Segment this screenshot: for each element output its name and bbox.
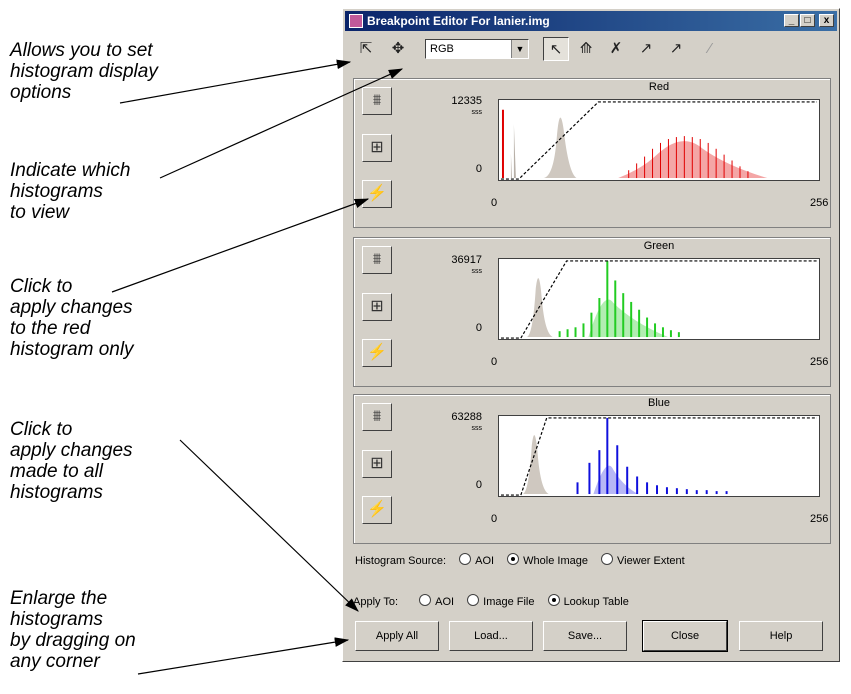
apply-to-label: Apply To:	[353, 596, 399, 608]
apply-blue-button[interactable]: ⚡	[362, 496, 392, 524]
red-panel-title: Red	[648, 81, 670, 93]
red-xmin: 0	[491, 197, 498, 209]
red-histogram-panel: ⩩ ⊞ ⚡ Red 12335 sss 0 0 256	[353, 78, 831, 228]
title-bar[interactable]: Breakpoint Editor For lanier.img _ □ x	[345, 11, 837, 31]
callout-line: histogram display	[10, 61, 158, 82]
red-ymin: 0	[475, 163, 482, 175]
callout-line: apply changes	[10, 297, 133, 318]
red-ymax: 12335	[451, 95, 482, 107]
callout-display-options: Allows you to set histogram display opti…	[10, 40, 235, 103]
callout-line: histogram only	[10, 339, 134, 360]
breakpoint-editor-window: Breakpoint Editor For lanier.img _ □ x ⇱…	[342, 8, 840, 662]
radio-label: AOI	[475, 555, 495, 567]
radio-source-aoi[interactable]	[459, 553, 472, 565]
save-button[interactable]: Save...	[543, 621, 627, 651]
app-icon	[349, 14, 363, 28]
delete-breakpoint-icon[interactable]: ✗	[603, 37, 629, 61]
green-xmax: 256	[810, 356, 829, 368]
apply-red-button[interactable]: ⚡	[362, 180, 392, 208]
apply-all-button[interactable]: Apply All	[355, 621, 439, 651]
radio-apply-aoi[interactable]	[419, 594, 432, 606]
blue-ymax: 63288	[451, 411, 482, 423]
histogram-options-icon[interactable]: ⩩	[362, 87, 392, 115]
blue-histogram-plot[interactable]	[498, 415, 820, 497]
blue-histogram-panel: ⩩ ⊞ ⚡ Blue 63288 sss 0 0 256	[353, 394, 831, 544]
callout-line: options	[10, 82, 72, 103]
callout-line: Click to	[10, 276, 73, 297]
radio-source-viewer-extent[interactable]	[601, 553, 614, 565]
channel-select[interactable]: RGB ▼	[425, 39, 529, 59]
callout-line: Indicate which	[10, 160, 131, 181]
maximize-button[interactable]: □	[800, 14, 815, 27]
green-xmin: 0	[491, 356, 498, 368]
callout-line: histograms	[10, 609, 103, 630]
histogram-options-icon[interactable]: ⩩	[362, 403, 392, 431]
close-window-button[interactable]: x	[819, 14, 834, 27]
callout-line: any corner	[10, 651, 100, 672]
curve-tool-alt-icon[interactable]: ↗	[663, 37, 689, 61]
load-button[interactable]: Load...	[449, 621, 533, 651]
radio-label: Lookup Table	[563, 596, 629, 608]
red-histogram-plot[interactable]	[498, 99, 820, 181]
grid-view-icon[interactable]: ⊞	[362, 134, 392, 162]
channel-select-value: RGB	[430, 43, 454, 55]
close-button[interactable]: Close	[642, 620, 728, 652]
minimize-button[interactable]: _	[784, 14, 799, 27]
green-panel-title: Green	[643, 240, 675, 252]
apply-green-button[interactable]: ⚡	[362, 339, 392, 367]
move-icon[interactable]: ✥	[385, 37, 411, 61]
radio-label: Whole Image	[523, 555, 588, 567]
callout-line: to the red	[10, 318, 91, 339]
callout-apply-red: Click to apply changes to the red histog…	[10, 276, 235, 360]
insert-breakpoint-icon[interactable]: ⟰	[573, 37, 599, 61]
blue-xmin: 0	[491, 513, 498, 525]
blue-ymin: 0	[475, 479, 482, 491]
callout-line: made to all	[10, 461, 103, 482]
grid-view-icon[interactable]: ⊞	[362, 450, 392, 478]
green-ysub: sss	[471, 268, 483, 275]
radio-apply-lookup-table[interactable]	[547, 594, 560, 606]
green-ymin: 0	[475, 322, 482, 334]
radio-label: Image File	[483, 596, 535, 608]
red-ysub: sss	[471, 109, 483, 116]
blue-ysub: sss	[471, 425, 483, 432]
grid-view-icon[interactable]: ⊞	[362, 293, 392, 321]
green-histogram-plot[interactable]	[498, 258, 820, 340]
curve-tool-icon[interactable]: ↗	[633, 37, 659, 61]
window-title: Breakpoint Editor For lanier.img	[367, 14, 550, 28]
red-xmax: 256	[810, 197, 829, 209]
histogram-options-icon[interactable]: ⩩	[362, 246, 392, 274]
callout-line: Allows you to set	[10, 40, 153, 61]
blue-panel-title: Blue	[647, 397, 671, 409]
histogram-source-label: Histogram Source:	[355, 555, 447, 567]
help-button[interactable]: Help	[739, 621, 823, 651]
blue-xmax: 256	[810, 513, 829, 525]
green-histogram-panel: ⩩ ⊞ ⚡ Green 36917 sss 0 0 256	[353, 237, 831, 387]
radio-source-whole-image[interactable]	[507, 553, 520, 565]
callout-histograms-view: Indicate which histograms to view	[10, 160, 235, 223]
select-arrow-icon[interactable]: ↖	[543, 37, 569, 61]
chevron-down-icon[interactable]: ▼	[511, 40, 528, 58]
apply-to-row: Apply To: AOI Image File Lookup Table	[353, 594, 629, 608]
toolbar: ⇱ ✥ RGB ▼ ↖ ⟰ ✗ ↗ ↗ ⁄	[347, 35, 835, 65]
radio-label: AOI	[435, 596, 455, 608]
callout-enlarge: Enlarge the histograms by dragging on an…	[10, 588, 235, 672]
callout-line: by dragging on	[10, 630, 136, 651]
radio-apply-image-file[interactable]	[467, 594, 480, 606]
callout-line: Click to	[10, 419, 73, 440]
callout-line: histograms	[10, 482, 103, 503]
callout-line: to view	[10, 202, 70, 223]
smooth-curve-icon: ⁄	[708, 40, 712, 57]
callout-line: Enlarge the	[10, 588, 108, 609]
green-ymax: 36917	[451, 254, 482, 266]
callout-apply-all: Click to apply changes made to all histo…	[10, 419, 235, 503]
radio-label: Viewer Extent	[617, 555, 685, 567]
histogram-source-row: Histogram Source: AOI Whole Image Viewer…	[355, 553, 685, 567]
histogram-options-icon[interactable]: ⇱	[353, 37, 379, 61]
callout-line: apply changes	[10, 440, 133, 461]
callout-line: histograms	[10, 181, 103, 202]
